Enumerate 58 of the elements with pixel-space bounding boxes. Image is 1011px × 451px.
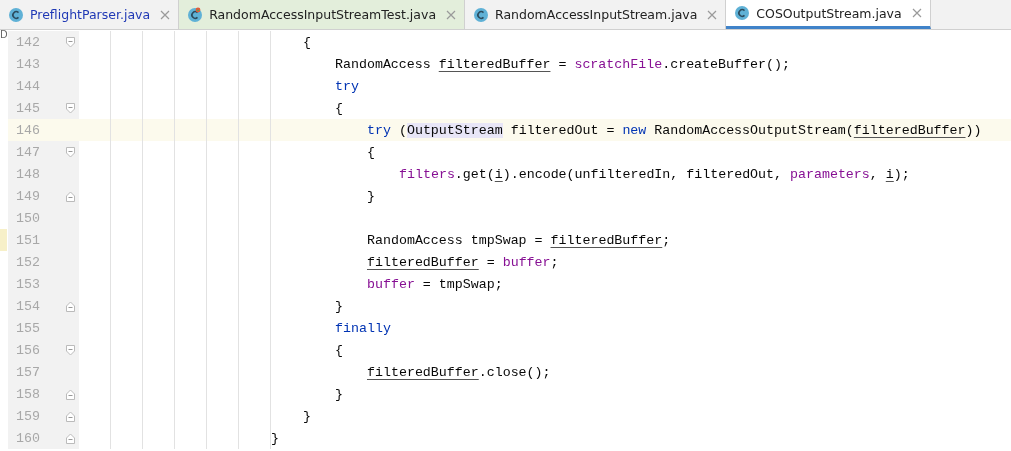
code-line: } [335,386,343,402]
code-line: { [367,144,375,160]
code-line: buffer = tmpSwap; [367,276,503,292]
fold-icon[interactable] [66,432,75,444]
line-number: 155 [15,320,40,336]
line-number: 144 [15,78,40,94]
fold-icon[interactable] [66,410,75,422]
code-line: try [335,78,359,94]
code-line: { [335,342,343,358]
fold-icon[interactable] [66,102,75,114]
line-number: 151 [15,232,40,248]
line-number: 148 [15,166,40,182]
fold-icon[interactable] [66,36,75,48]
line-number: 150 [15,210,40,226]
line-number: 145 [15,100,40,116]
close-icon[interactable] [160,9,171,20]
code-line: try (OutputStream filteredOut = new RandomAccessOutputStream(filteredBuffer)) [367,122,982,138]
fold-icon[interactable] [66,388,75,400]
line-number: 157 [15,364,40,380]
line-number: 156 [15,342,40,358]
gutter-marker: D [0,30,8,40]
test-class-icon [187,6,204,23]
line-number: 142 [15,34,40,50]
fold-icon[interactable] [66,344,75,356]
code-line: } [335,298,343,314]
editor-tab[interactable]: COSOutputStream.java [726,0,931,29]
class-icon [8,6,24,23]
code-line: { [303,34,311,50]
code-line: { [335,100,343,116]
code-line: filters.get(i).encode(unfilteredIn, filteredOut, parameters, i); [399,166,910,182]
line-number: 149 [15,188,40,204]
fold-icon[interactable] [66,146,75,158]
close-icon[interactable] [446,9,457,20]
editor-tab[interactable]: RandomAccessInputStreamTest.java [179,0,466,29]
line-number: 146 [15,122,40,138]
code-line: filteredBuffer.close(); [367,364,551,380]
line-number: 159 [15,408,40,424]
code-line: finally [335,320,391,336]
line-number: 152 [15,254,40,270]
line-number: 154 [15,298,40,314]
line-number: 147 [15,144,40,160]
close-icon[interactable] [911,8,922,18]
line-number: 153 [15,276,40,292]
code-line: } [303,408,311,424]
line-number: 143 [15,56,40,72]
code-line: } [271,430,279,446]
fold-icon[interactable] [66,190,75,202]
class-icon [473,6,490,23]
code-line: filteredBuffer = buffer; [367,254,559,270]
close-icon[interactable] [707,9,718,20]
code-line: } [367,188,375,204]
code-line: RandomAccess tmpSwap = filteredBuffer; [367,232,671,248]
line-number: 160 [15,430,40,446]
class-icon [734,5,751,21]
change-marker [0,229,7,251]
line-number: 158 [15,386,40,402]
code-line: RandomAccess filteredBuffer = scratchFile.createBuffer(); [335,56,790,72]
fold-icon[interactable] [66,300,75,312]
